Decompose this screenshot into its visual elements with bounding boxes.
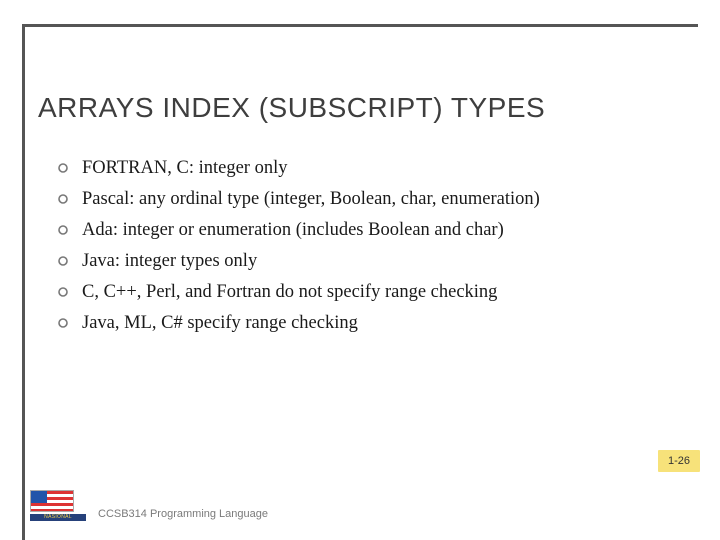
footer-course-label: CCSB314 Programming Language	[98, 508, 268, 520]
bullet-text: Ada: integer or enumeration (includes Bo…	[82, 218, 504, 243]
bullet-icon	[58, 225, 68, 235]
bullet-icon	[58, 163, 68, 173]
frame-left-border	[22, 24, 25, 540]
bullet-icon	[58, 287, 68, 297]
bullet-list: FORTRAN, C: integer only Pascal: any ord…	[58, 156, 680, 342]
bullet-text: FORTRAN, C: integer only	[82, 156, 287, 181]
page-number-badge: 1-26	[658, 450, 700, 472]
slide-title: ARRAYS INDEX (SUBSCRIPT) TYPES	[38, 92, 545, 124]
list-item: C, C++, Perl, and Fortran do not specify…	[58, 280, 680, 305]
bullet-icon	[58, 256, 68, 266]
logo-band-text: NASIONAL	[30, 514, 86, 521]
list-item: Java, ML, C# specify range checking	[58, 311, 680, 336]
university-logo: NASIONAL	[30, 490, 88, 532]
bullet-icon	[58, 194, 68, 204]
bullet-text: Pascal: any ordinal type (integer, Boole…	[82, 187, 540, 212]
list-item: Pascal: any ordinal type (integer, Boole…	[58, 187, 680, 212]
bullet-text: C, C++, Perl, and Fortran do not specify…	[82, 280, 497, 305]
bullet-text: Java: integer types only	[82, 249, 257, 274]
bullet-text: Java, ML, C# specify range checking	[82, 311, 358, 336]
flag-icon	[30, 490, 74, 512]
list-item: FORTRAN, C: integer only	[58, 156, 680, 181]
list-item: Ada: integer or enumeration (includes Bo…	[58, 218, 680, 243]
list-item: Java: integer types only	[58, 249, 680, 274]
frame-top-border	[22, 24, 698, 27]
bullet-icon	[58, 318, 68, 328]
